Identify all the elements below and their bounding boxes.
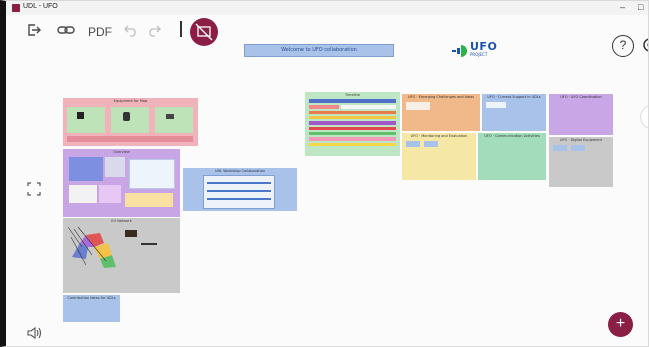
frame-title: UDL Workshop Collaboration (214, 169, 266, 173)
europe-map-image (66, 225, 121, 270)
record-button[interactable] (190, 18, 218, 46)
logo-mark-icon (452, 45, 467, 57)
board-title-text: Welcome to UFO collaboration (281, 47, 357, 53)
help-button[interactable]: ? (612, 35, 634, 57)
frame-title: Equipment for Map (113, 99, 148, 103)
frame-timeline[interactable]: Timeline (305, 92, 400, 156)
frame-title: Timeline (345, 93, 360, 97)
logo-subtext: PROJECT (470, 52, 488, 57)
speaker-icon[interactable] (26, 326, 44, 345)
frame-equipment[interactable]: Equipment for Map (63, 98, 198, 146)
frame-title: UFO · Communication Activities (484, 134, 540, 138)
frame-digital-equipment[interactable]: UFO · Digital Equipment (549, 137, 613, 187)
frame-communication[interactable]: UFO · Communication Activities (478, 133, 546, 180)
minimize-button[interactable]: – (620, 2, 625, 12)
frame-overview[interactable]: Overview (63, 149, 180, 217)
add-button[interactable]: + (608, 312, 633, 337)
frame-emerging-challenges[interactable]: UFO · Emerging Challenges and Ideas (402, 94, 480, 131)
window-title: UDL - UFO (23, 3, 58, 10)
exit-icon[interactable] (26, 22, 42, 43)
frame-title: UFO · Current Support in UDLs (487, 95, 541, 99)
ufo-logo: UFO PROJECT (452, 40, 512, 61)
settings-gear-icon[interactable] (640, 35, 648, 60)
frame-eu-network[interactable]: EU Network (63, 218, 180, 293)
frame-title: UFO · Emerging Challenges and Ideas (407, 95, 475, 99)
frame-current-support[interactable]: UFO · Current Support in UDLs (482, 94, 546, 131)
maximize-button[interactable]: □ (638, 2, 643, 12)
pdf-button[interactable]: PDF (88, 25, 112, 39)
record-icon (195, 23, 213, 41)
frame-title: UFO · Digital Equipment (559, 138, 603, 142)
redo-icon[interactable] (146, 23, 162, 42)
fit-screen-icon[interactable] (26, 181, 42, 202)
frame-title: Contribution ideas for UDLs (67, 296, 116, 300)
board-title-box[interactable]: Welcome to UFO collaboration (244, 44, 394, 57)
app-window: UDL - UFO – □ PDF Welcome to UFO collabo… (0, 0, 649, 347)
frame-monitoring[interactable]: UFO · Monitoring and Evaluation (402, 133, 476, 180)
undo-icon[interactable] (123, 23, 139, 42)
toolbar-separator (180, 21, 182, 37)
link-icon[interactable] (57, 23, 75, 42)
frame-contribution[interactable]: Contribution ideas for UDLs (63, 295, 120, 322)
app-icon (12, 4, 20, 12)
frame-title: UFO · Monitoring and Evaluation (410, 134, 468, 138)
frame-udl-workshop[interactable]: UDL Workshop Collaboration (183, 168, 297, 211)
frame-title: UFO · UFO Coordination (560, 95, 602, 99)
frame-title: EU Network (111, 219, 132, 223)
frame-coordination[interactable]: UFO · UFO Coordination (549, 94, 613, 135)
frame-title: Overview (113, 150, 130, 154)
title-bar: UDL - UFO – □ (6, 1, 648, 15)
